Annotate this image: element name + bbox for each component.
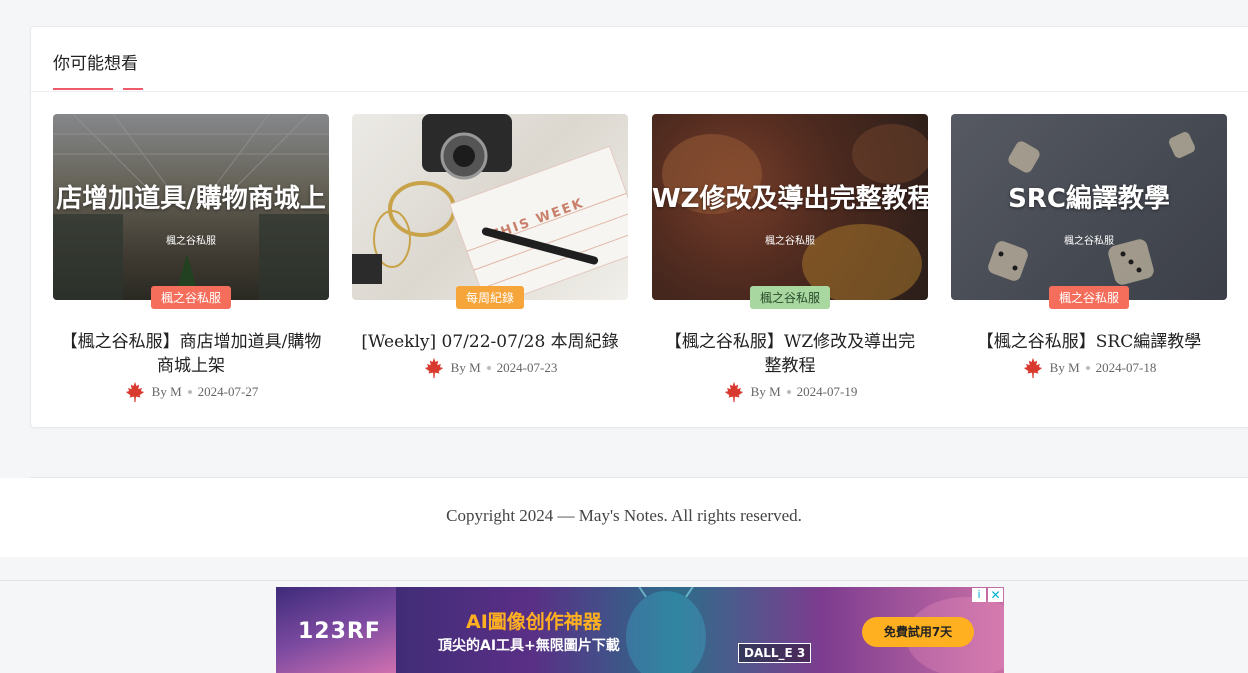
- category-badge[interactable]: 楓之谷私服: [749, 286, 831, 309]
- ad-headline: AI圖像创作神器: [466, 611, 602, 633]
- post-card[interactable]: WZ修改及導出完整教程 楓之谷私服 楓之谷私服 【楓之谷私服】WZ修改及導出完整…: [652, 114, 928, 403]
- post-meta: By M 2024-07-18: [951, 357, 1227, 379]
- separator-dot: [187, 390, 192, 394]
- thumbnail-subtitle: 楓之谷私服: [1064, 236, 1114, 247]
- post-thumbnail[interactable]: SRC編譯教學 楓之谷私服: [951, 114, 1227, 300]
- separator-dot: [486, 366, 491, 370]
- desk-photo-illustration: THIS WEEK: [352, 114, 628, 300]
- maple-leaf-icon: [125, 381, 144, 403]
- banner-ad[interactable]: 123RF AI圖像创作神器 頂尖的AI工具+無限圖片下載 DALL_E 3 免…: [276, 587, 1004, 673]
- post-date: 2024-07-19: [796, 384, 858, 399]
- post-meta: By M 2024-07-23: [352, 357, 628, 379]
- post-thumbnail[interactable]: 店增加道具/購物商城上 楓之谷私服: [53, 114, 329, 300]
- thumbnail-title: 店增加道具/購物商城上: [56, 184, 326, 214]
- post-author[interactable]: By M: [1050, 360, 1080, 376]
- separator-dot: [1085, 366, 1090, 370]
- ad-close-icon[interactable]: ✕: [988, 588, 1003, 602]
- category-badge[interactable]: 楓之谷私服: [1048, 286, 1130, 309]
- ad-cta-button[interactable]: 免費試用7天: [862, 617, 974, 647]
- ad-divider: [0, 580, 1248, 581]
- post-author[interactable]: By M: [751, 384, 781, 400]
- ad-subline: 頂尖的AI工具+無限圖片下載: [438, 638, 620, 654]
- maple-leaf-icon: [424, 357, 443, 379]
- divider: [31, 91, 1248, 92]
- post-title[interactable]: 【楓之谷私服】WZ修改及導出完整教程: [652, 330, 928, 378]
- post-thumbnail[interactable]: THIS WEEK: [352, 114, 628, 300]
- separator-dot: [786, 390, 791, 394]
- copyright-text: Copyright 2024 — May's Notes. All rights…: [446, 506, 802, 525]
- post-author[interactable]: By M: [152, 384, 182, 400]
- post-thumbnail[interactable]: WZ修改及導出完整教程 楓之谷私服: [652, 114, 928, 300]
- thumbnail-title: WZ修改及導出完整教程: [652, 184, 928, 214]
- title-underline-accent: [123, 88, 143, 90]
- post-card[interactable]: THIS WEEK 每周紀錄 [Weekly] 07/22-07/28 本周紀錄…: [352, 114, 628, 379]
- thumbnail-title: SRC編譯教學: [1008, 184, 1170, 214]
- title-underline: [53, 88, 113, 90]
- post-title[interactable]: [Weekly] 07/22-07/28 本周紀錄: [352, 330, 628, 354]
- post-title[interactable]: 【楓之谷私服】商店增加道具/購物商城上架: [53, 330, 329, 378]
- post-date: 2024-07-23: [496, 360, 558, 375]
- post-title[interactable]: 【楓之谷私服】SRC編譯教學: [951, 330, 1227, 354]
- post-author[interactable]: By M: [451, 360, 481, 376]
- post-meta: By M 2024-07-27: [53, 381, 329, 403]
- maple-leaf-icon: [1023, 357, 1042, 379]
- ad-info-icon[interactable]: i: [972, 588, 986, 602]
- maple-leaf-icon: [724, 381, 743, 403]
- site-footer: Copyright 2024 — May's Notes. All rights…: [0, 478, 1248, 557]
- category-badge[interactable]: 每周紀錄: [455, 286, 525, 309]
- post-date: 2024-07-18: [1095, 360, 1157, 375]
- section-title: 你可能想看: [53, 54, 138, 74]
- post-card[interactable]: SRC編譯教學 楓之谷私服 楓之谷私服 【楓之谷私服】SRC編譯教學 By M …: [951, 114, 1227, 379]
- related-posts-panel: 你可能想看 店增加道具/購物商城上 楓之谷私服 楓之谷私服 【楓之谷私服】商店增…: [30, 26, 1248, 428]
- thumbnail-subtitle: 楓之谷私服: [765, 236, 815, 247]
- post-card[interactable]: 店增加道具/購物商城上 楓之谷私服 楓之谷私服 【楓之谷私服】商店增加道具/購物…: [53, 114, 329, 403]
- post-meta: By M 2024-07-19: [652, 381, 928, 403]
- post-date: 2024-07-27: [197, 384, 259, 399]
- category-badge[interactable]: 楓之谷私服: [150, 286, 232, 309]
- ad-model-badge: DALL_E 3: [738, 643, 812, 663]
- thumbnail-subtitle: 楓之谷私服: [166, 236, 216, 247]
